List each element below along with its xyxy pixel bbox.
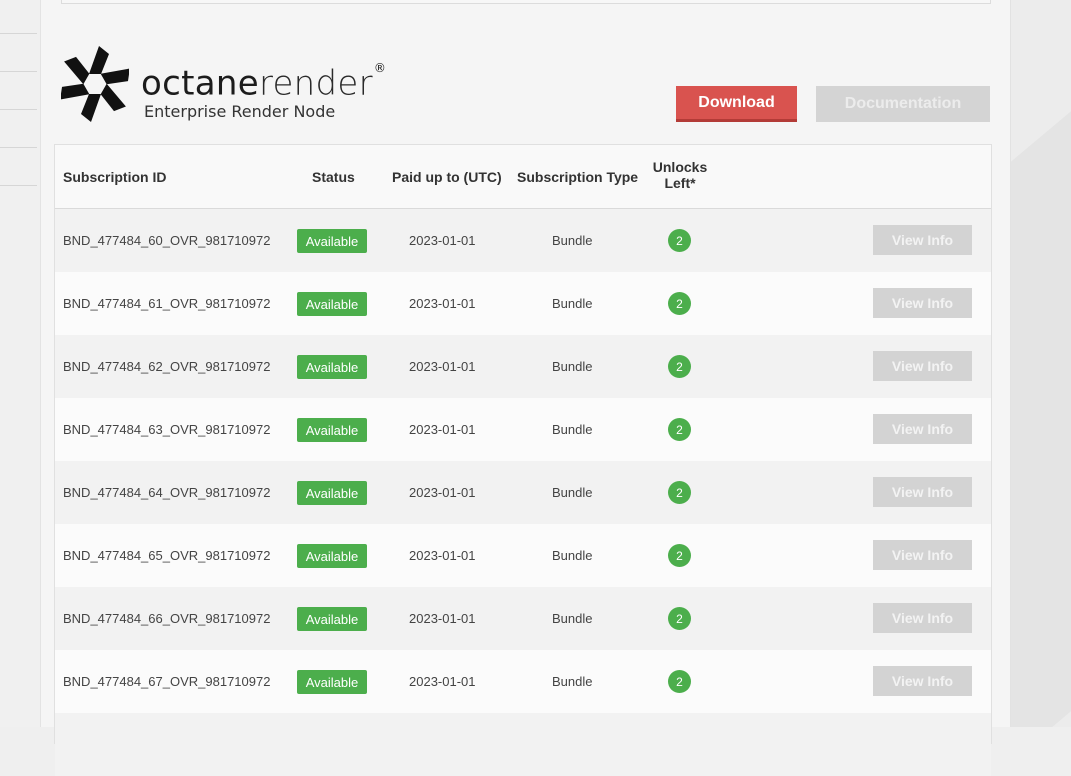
view-info-button[interactable]: View Info [873,414,972,444]
header-unlocks-left: Unlocks Left* [645,159,715,191]
brand-name-bold: octane [141,63,259,104]
header-unlocks-line1: Unlocks [652,159,708,175]
status-badge: Available [297,481,367,505]
header-paid-up-to: Paid up to (UTC) [392,169,502,185]
table-row: BND_477484_60_OVR_981710972 Available 20… [55,209,991,272]
subscription-id: BND_477484_62_OVR_981710972 [63,359,271,374]
paid-up-to: 2023-01-01 [409,485,476,500]
status-badge: Available [297,229,367,253]
paid-up-to: 2023-01-01 [409,233,476,248]
sidebar-divider [0,71,37,72]
table-row [55,713,991,776]
status-badge: Available [297,355,367,379]
status-badge: Available [297,607,367,631]
header-subscription-id: Subscription ID [63,169,167,185]
subscription-id: BND_477484_65_OVR_981710972 [63,548,271,563]
subscription-type: Bundle [552,296,593,311]
unlocks-left-badge: 2 [668,481,691,504]
view-info-button[interactable]: View Info [873,540,972,570]
subscription-id: BND_477484_67_OVR_981710972 [63,674,271,689]
sidebar-divider [0,185,37,186]
decorative-wedge [1011,52,1071,727]
paid-up-to: 2023-01-01 [409,611,476,626]
subscription-type: Bundle [552,611,593,626]
status-badge: Available [297,418,367,442]
subscription-id: BND_477484_64_OVR_981710972 [63,485,271,500]
table-row: BND_477484_64_OVR_981710972 Available 20… [55,461,991,524]
brand-name-light: render [258,63,373,104]
subscription-type: Bundle [552,548,593,563]
status-badge: Available [297,670,367,694]
subscription-id: BND_477484_66_OVR_981710972 [63,611,271,626]
left-sidebar [0,0,40,727]
status-badge: Available [297,544,367,568]
unlocks-left-badge: 2 [668,670,691,693]
paid-up-to: 2023-01-01 [409,359,476,374]
subscription-id: BND_477484_60_OVR_981710972 [63,233,271,248]
sidebar-divider [0,109,37,110]
header-subscription-type: Subscription Type [517,169,639,185]
view-info-button[interactable]: View Info [873,225,972,255]
header-status: Status [312,169,355,185]
subscription-type: Bundle [552,485,593,500]
unlocks-left-badge: 2 [668,229,691,252]
table-row: BND_477484_65_OVR_981710972 Available 20… [55,524,991,587]
paid-up-to: 2023-01-01 [409,548,476,563]
table-row: BND_477484_67_OVR_981710972 Available 20… [55,650,991,713]
subscriptions-table: Subscription ID Status Paid up to (UTC) … [54,144,992,776]
sidebar-divider [0,147,37,148]
unlocks-left-badge: 2 [668,355,691,378]
subscription-type: Bundle [552,422,593,437]
view-info-button[interactable]: View Info [873,603,972,633]
table-row: BND_477484_66_OVR_981710972 Available 20… [55,587,991,650]
view-info-button[interactable]: View Info [873,288,972,318]
subscription-type: Bundle [552,674,593,689]
unlocks-left-badge: 2 [668,418,691,441]
view-info-button[interactable]: View Info [873,351,972,381]
unlocks-left-badge: 2 [668,292,691,315]
paid-up-to: 2023-01-01 [409,422,476,437]
status-badge: Available [297,292,367,316]
header-unlocks-line2: Left* [664,175,696,191]
view-info-button[interactable]: View Info [873,666,972,696]
subscription-type: Bundle [552,359,593,374]
table-row: BND_477484_63_OVR_981710972 Available 20… [55,398,991,461]
subscription-id: BND_477484_61_OVR_981710972 [63,296,271,311]
download-button[interactable]: Download [676,86,797,122]
table-row: BND_477484_62_OVR_981710972 Available 20… [55,335,991,398]
table-header: Subscription ID Status Paid up to (UTC) … [55,145,991,209]
subscription-id: BND_477484_63_OVR_981710972 [63,422,271,437]
view-info-button[interactable]: View Info [873,477,972,507]
documentation-button[interactable]: Documentation [816,86,990,122]
subscription-type: Bundle [552,233,593,248]
sidebar-divider [0,33,37,34]
unlocks-left-badge: 2 [668,544,691,567]
right-background [1010,0,1071,727]
paid-up-to: 2023-01-01 [409,296,476,311]
top-panel [61,0,991,4]
octane-logo-icon [61,46,129,122]
brand-name: octanerender® [141,58,386,103]
registered-mark: ® [373,61,387,75]
brand-subtitle: Enterprise Render Node [144,102,336,121]
table-row: BND_477484_61_OVR_981710972 Available 20… [55,272,991,335]
paid-up-to: 2023-01-01 [409,674,476,689]
unlocks-left-badge: 2 [668,607,691,630]
